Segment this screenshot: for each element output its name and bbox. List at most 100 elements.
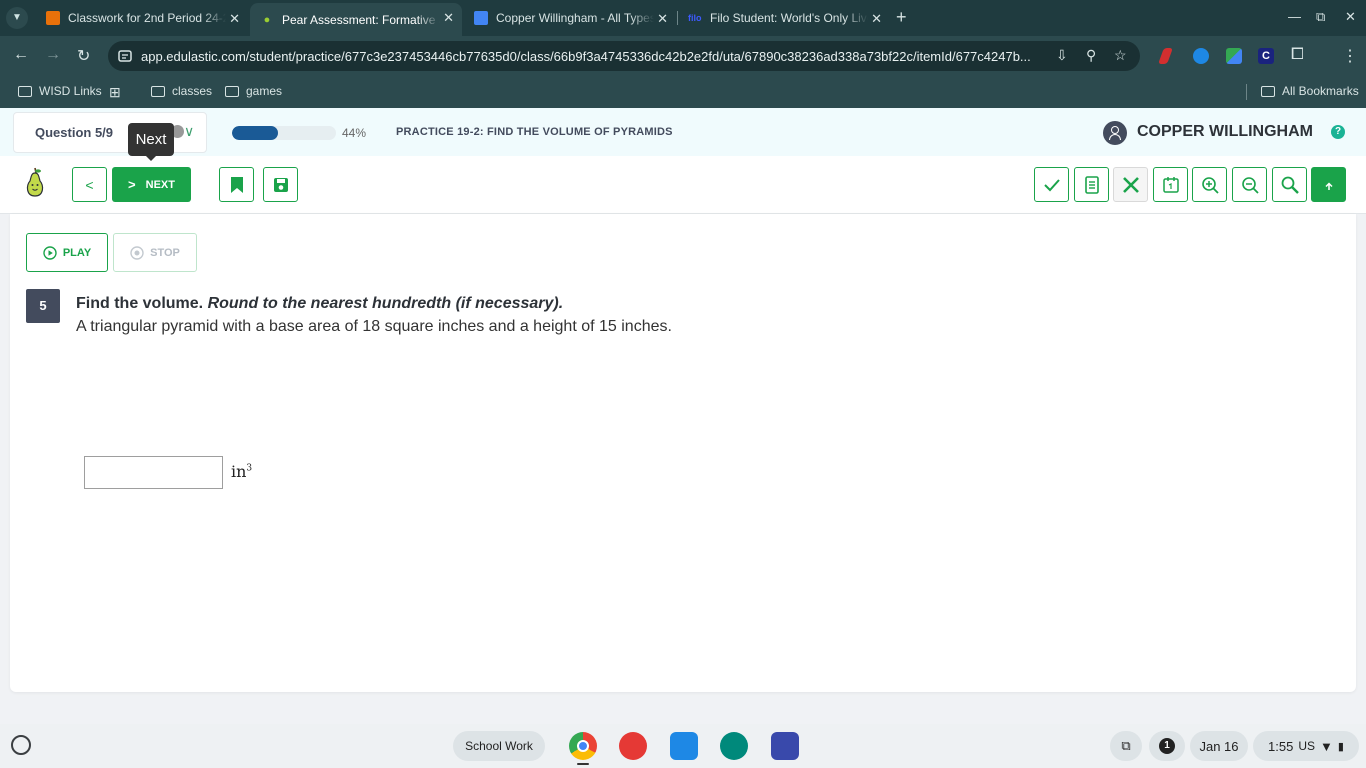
folder-icon [1261, 85, 1275, 97]
assessment-toolbar: < > NEXT [0, 156, 1366, 214]
annotation-extension-icon[interactable] [1158, 48, 1173, 64]
browser-toolbar: ← → ↻ app.edulastic.com/student/practice… [0, 36, 1366, 76]
status-tray[interactable]: 1:55 US ▼ ▮ [1253, 731, 1359, 761]
play-icon [43, 245, 57, 260]
signal-app-icon[interactable] [771, 732, 799, 760]
tab-filo-student[interactable]: filo Filo Student: World's Only Live In … [678, 4, 890, 32]
tab-copper-willingham-doc[interactable]: Copper Willingham - All Types of ✕ [464, 4, 676, 32]
user-name[interactable]: COPPER WILLINGHAM [1137, 123, 1313, 141]
zoom-out-icon [1241, 176, 1259, 194]
next-tooltip: Next [128, 123, 174, 161]
extensions-puzzle-icon[interactable]: ⧠ [1291, 46, 1304, 64]
back-arrow-icon[interactable]: ← [13, 46, 29, 64]
zoom-icon[interactable]: ⚲ [1086, 47, 1096, 64]
assessment-header: Question 5/9 ∨ Next 44% PRACTICE 19-2: F… [0, 108, 1366, 161]
pear-logo-icon [26, 167, 44, 197]
tab-pear-assessment[interactable]: ● Pear Assessment: Formative and ✕ [250, 3, 462, 36]
zoom-in-button[interactable] [1192, 167, 1227, 202]
drive-extension-icon[interactable] [1226, 48, 1242, 64]
google-docs-favicon-icon [474, 11, 488, 25]
progress-percent: 44% [342, 126, 367, 140]
bookmark-classes[interactable]: classes [151, 84, 212, 98]
checkmark-icon [1043, 178, 1060, 191]
reference-sheet-button[interactable] [1074, 167, 1109, 202]
wifi-icon: ▼ [1320, 738, 1333, 754]
chevron-left-icon: < [85, 176, 94, 193]
chrome-app-icon[interactable] [569, 732, 597, 760]
save-button[interactable] [263, 167, 298, 202]
question-label: Question 5/9 [35, 125, 114, 140]
apps-grid-icon[interactable]: ⊞ [109, 84, 121, 101]
bookmark-label: WISD Links [39, 84, 102, 98]
notification-count: 1 [1159, 738, 1175, 754]
desk-button[interactable]: School Work [453, 731, 545, 761]
install-app-icon[interactable]: ⇩ [1056, 47, 1068, 64]
new-tab-plus-icon[interactable]: + [896, 7, 907, 27]
calendar-date[interactable]: Jan 16 [1190, 731, 1248, 761]
minimize-icon[interactable]: — [1288, 9, 1301, 24]
all-bookmarks[interactable]: All Bookmarks [1261, 84, 1359, 98]
tab-classwork[interactable]: Classwork for 2nd Period 24-25 ✕ [36, 4, 248, 32]
assignment-title: PRACTICE 19-2: FIND THE VOLUME OF PYRAMI… [396, 126, 673, 138]
question-card [10, 214, 1356, 692]
answer-eliminator-button[interactable] [1113, 167, 1148, 202]
close-icon[interactable]: ✕ [657, 11, 668, 27]
bookmarks-bar: WISD Links ⊞ classes games All Bookmarks [0, 76, 1366, 108]
more-menu-icon[interactable]: ⋮ [1342, 46, 1358, 66]
help-icon[interactable]: ? [1331, 125, 1345, 139]
next-button[interactable]: > NEXT [112, 167, 191, 202]
question-title-bold: Find the volume. [76, 295, 204, 312]
question-selector[interactable]: Question 5/9 ∨ [13, 112, 207, 153]
address-bar[interactable]: app.edulastic.com/student/practice/677c3… [108, 41, 1140, 71]
check-answer-button[interactable] [1034, 167, 1069, 202]
launcher-icon[interactable] [11, 735, 31, 755]
clock-time: 1:55 [1268, 738, 1294, 754]
zoom-out-button[interactable] [1232, 167, 1267, 202]
close-icon[interactable]: ✕ [443, 10, 454, 26]
magnifier-icon [1281, 176, 1299, 194]
stop-audio-button[interactable]: STOP [113, 233, 197, 272]
bookmark-wisd-links[interactable]: WISD Links [18, 84, 102, 98]
submit-upload-button[interactable] [1311, 167, 1346, 202]
browser-tab-strip: ▼ Classwork for 2nd Period 24-25 ✕ ● Pea… [0, 0, 1366, 36]
url-text[interactable]: app.edulastic.com/student/practice/677c3… [141, 49, 1049, 64]
play-audio-button[interactable]: PLAY [26, 233, 108, 272]
screen-capture-icon[interactable]: ⧉ [1110, 731, 1142, 761]
question-stem: A triangular pyramid with a base area of… [76, 318, 672, 335]
previous-button[interactable]: < [72, 167, 107, 202]
calculator-button[interactable] [1153, 167, 1188, 202]
stop-label: STOP [150, 246, 180, 259]
os-shelf: School Work ⧉ 1 Jan 16 1:55 US ▼ ▮ [0, 724, 1366, 768]
tab-search-chevron-icon[interactable]: ▼ [6, 7, 28, 29]
site-info-icon[interactable] [118, 49, 132, 63]
send-app-icon[interactable] [670, 732, 698, 760]
close-window-icon[interactable]: ✕ [1345, 9, 1356, 25]
close-icon[interactable]: ✕ [871, 11, 882, 27]
c-extension-icon[interactable]: C [1258, 48, 1274, 64]
magnifier-button[interactable] [1272, 167, 1307, 202]
close-x-icon [1122, 176, 1139, 193]
notification-tray[interactable]: 1 [1149, 731, 1185, 761]
bookmark-question-button[interactable] [219, 167, 254, 202]
bookmarks-separator [1246, 84, 1247, 100]
tab-title: Filo Student: World's Only Live In [710, 11, 868, 25]
blue-extension-icon[interactable] [1193, 48, 1209, 64]
chevron-right-icon: > [128, 177, 136, 192]
palette-app-icon[interactable] [619, 732, 647, 760]
classroom-app-icon[interactable] [720, 732, 748, 760]
unit-base: in [231, 462, 247, 481]
bookmark-star-icon[interactable]: ☆ [1114, 47, 1127, 64]
forward-arrow-icon[interactable]: → [45, 46, 61, 64]
close-icon[interactable]: ✕ [229, 11, 240, 27]
chrome-center [577, 740, 589, 752]
bookmark-games[interactable]: games [225, 84, 282, 98]
reload-icon[interactable]: ↻ [77, 46, 90, 66]
chevron-down-icon[interactable]: ∨ [184, 123, 194, 140]
restore-icon[interactable]: ⧉ [1316, 9, 1325, 25]
tab-title: Classwork for 2nd Period 24-25 [68, 11, 226, 25]
bookmark-label: classes [172, 84, 213, 98]
play-label: PLAY [62, 246, 92, 259]
user-avatar-icon[interactable] [1103, 121, 1127, 145]
progress-bar [232, 126, 336, 140]
answer-input[interactable] [84, 456, 223, 489]
